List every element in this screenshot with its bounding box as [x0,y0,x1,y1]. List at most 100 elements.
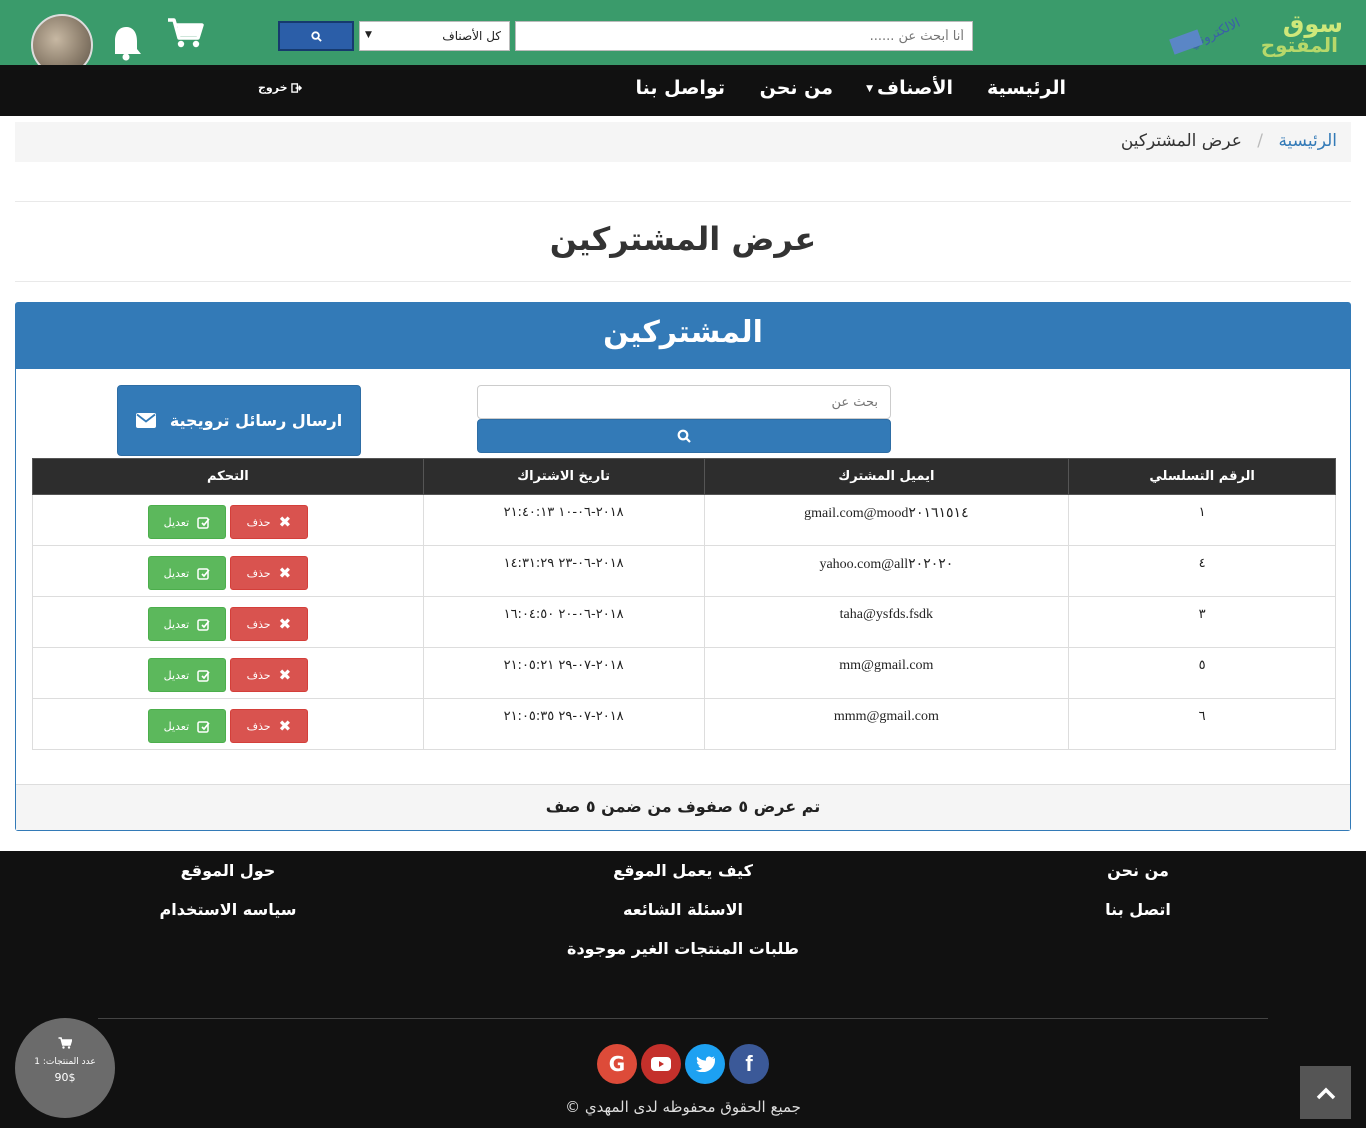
serial-cell: ١ [1068,494,1336,546]
edit-icon [197,567,210,580]
actions-cell: تعديل ✖ حذف [32,545,424,597]
col-actions-header: التحكم [32,458,424,495]
delete-button[interactable]: ✖ حذف [229,505,308,539]
nav-categories[interactable]: الأصناف▼ [866,77,953,99]
logout-icon [291,83,303,93]
edit-button[interactable]: تعديل [147,556,226,590]
email-cell: all٢٠٢٠٢٠@yahoo.com [703,545,1070,597]
delete-label: حذف [246,719,271,733]
footer-about-site[interactable]: حول الموقع [181,861,276,880]
category-select[interactable]: كل الأصناف ▼ [359,21,510,51]
breadcrumb-current: عرض المشتركين [1120,131,1242,151]
edit-button[interactable]: تعديل [147,505,226,539]
edit-label: تعديل [163,719,190,733]
table-row: ٦ mmm@gmail.com ٢٠١٨-٠٧-٢٩ ٢١:٠٥:٣٥ تعديل ✖ ح… [32,698,1336,750]
date-cell: ٢٠١٨-٠٦-٢٣ ١٤:٣١:٢٩ [422,545,705,597]
table-row: ٣ taha@ysfds.fsdk ٢٠١٨-٠٦-٢٠ ١٦:٠٤:٥٠ تعديل… [32,596,1336,648]
svg-text:المفتوح: المفتوح [1261,33,1338,57]
edit-button[interactable]: تعديل [147,658,226,692]
subscribers-search-input[interactable] [477,385,891,419]
twitter-icon[interactable] [685,1044,725,1084]
cart-icon[interactable] [166,16,204,50]
copyright: جميع الحقوق محفوظه لدى المهدي © [565,1098,801,1116]
edit-label: تعديل [163,515,190,529]
edit-label: تعديل [163,566,190,580]
table-row: ١ mood٢٠١٦١٥١٤@gmail.com ٢٠١٨-٠٦-١٠ ٢١:٤٠:… [32,494,1336,546]
footer-how-it-works[interactable]: كيف يعمل الموقع [613,861,753,880]
email-cell: mm@gmail.com [703,647,1070,699]
footer-contact-us[interactable]: اتصل بنا [1105,900,1171,919]
table-row: ٤ all٢٠٢٠٢٠@yahoo.com ٢٠١٨-٠٦-٢٣ ١٤:٣١:٢٩ ت… [32,545,1336,597]
nav-about[interactable]: من نحن [760,77,833,99]
subscribers-search-button[interactable] [477,419,891,453]
actions-cell: تعديل ✖ حذف [32,647,424,699]
close-icon: ✖ [278,666,292,684]
footer-about-us[interactable]: من نحن [1107,861,1169,880]
date-cell: ٢٠١٨-٠٦-٢٠ ١٦:٠٤:٥٠ [422,596,705,648]
email-cell: taha@ysfds.fsdk [703,596,1070,648]
edit-button[interactable]: تعديل [147,709,226,743]
subscribers-table: الرقم التسلسلي ايميل المشترك تاريخ الاشت… [32,458,1336,750]
date-cell: ٢٠١٨-٠٧-٢٩ ٢١:٠٥:٣٥ [422,698,705,750]
floating-cart[interactable]: عدد المنتجات: 1 90$ [15,1018,115,1118]
panel-heading: المشتركين [16,303,1350,369]
page-title: عرض المشتركين [549,220,817,258]
google-icon[interactable]: G [597,1044,637,1084]
delete-button[interactable]: ✖ حذف [229,607,308,641]
category-select-value: كل الأصناف [442,29,501,43]
delete-button[interactable]: ✖ حذف [229,556,308,590]
panel-footer: تم عرض ٥ صفوف من ضمن ٥ صف [16,784,1350,830]
facebook-icon[interactable]: f [729,1044,769,1084]
breadcrumb-home[interactable]: الرئيسية [1278,131,1337,151]
envelope-icon [135,413,156,428]
search-input[interactable] [515,21,973,51]
col-date-header: تاريخ الاشتراك [422,458,705,495]
footer-faq[interactable]: الاسئلة الشائعه [623,900,743,919]
actions-cell: تعديل ✖ حذف [32,494,424,546]
edit-icon [197,669,210,682]
email-cell: mmm@gmail.com [703,698,1070,750]
send-promo-messages-label: ارسال رسائل ترويجية [169,411,343,430]
divider [15,201,1351,202]
delete-button[interactable]: ✖ حذف [229,709,308,743]
subscribers-panel: المشتركين ارسال رسائل ترويجية الرقم التس… [15,302,1351,831]
edit-icon [197,618,210,631]
edit-label: تعديل [163,668,190,682]
site-footer: من نحن اتصل بنا كيف يعمل الموقع الاسئلة … [0,851,1366,1128]
main-nav: الرئيسية الأصناف▼ من نحن تواصل بنا خروج [0,65,1366,116]
scroll-to-top-button[interactable] [1300,1066,1351,1119]
delete-label: حذف [246,566,271,580]
search-icon [677,429,691,443]
footer-divider [98,1018,1268,1019]
cart-icon [58,1037,73,1049]
footer-missing-products[interactable]: طلبات المنتجات الغير موجودة [567,939,799,958]
col-email-header: ايميل المشترك [703,458,1070,495]
edit-button[interactable]: تعديل [147,607,226,641]
nav-contact[interactable]: تواصل بنا [635,77,725,99]
logout-link[interactable]: خروج [258,81,303,94]
send-promo-messages-button[interactable]: ارسال رسائل ترويجية [117,385,361,456]
serial-cell: ٥ [1068,647,1336,699]
delete-label: حذف [246,617,271,631]
breadcrumb: الرئيسية / عرض المشتركين [15,122,1351,162]
arrow-up-icon [1316,1087,1335,1099]
logout-label: خروج [258,81,288,94]
serial-cell: ٣ [1068,596,1336,648]
actions-cell: تعديل ✖ حذف [32,698,424,750]
nav-home[interactable]: الرئيسية [987,77,1066,99]
cart-total: 90$ [54,1071,76,1084]
close-icon: ✖ [278,717,292,735]
email-cell: mood٢٠١٦١٥١٤@gmail.com [703,494,1070,546]
delete-label: حذف [246,515,271,529]
nav-categories-label: الأصناف [877,77,953,99]
edit-label: تعديل [163,617,190,631]
table-header-row: الرقم التسلسلي ايميل المشترك تاريخ الاشت… [32,458,1336,495]
close-icon: ✖ [278,615,292,633]
site-logo[interactable]: سوق المفتوح الالكتروني [1133,4,1348,62]
serial-cell: ٦ [1068,698,1336,750]
footer-usage-policy[interactable]: سياسه الاستخدام [160,900,297,919]
delete-button[interactable]: ✖ حذف [229,658,308,692]
close-icon: ✖ [278,564,292,582]
search-button[interactable] [278,21,354,51]
youtube-icon[interactable] [641,1044,681,1084]
